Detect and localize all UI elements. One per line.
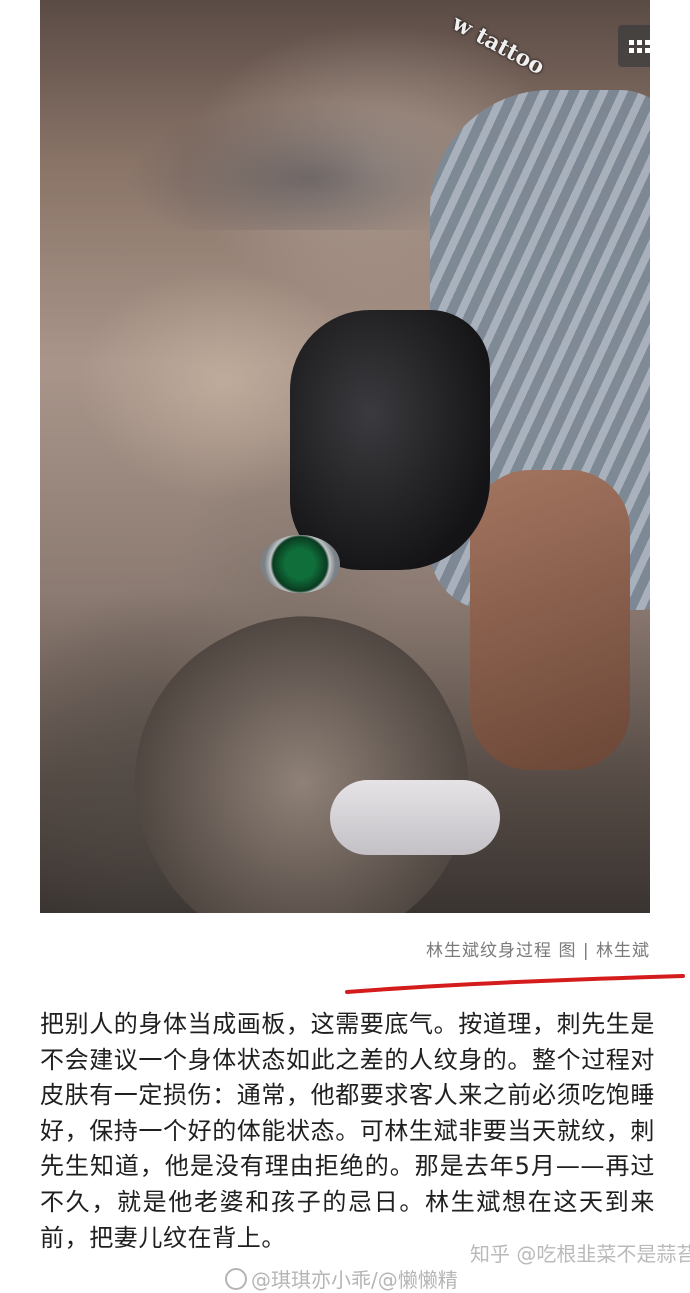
- image-caption: 林生斌纹身过程 图 | 林生斌: [426, 941, 650, 961]
- photo-watch: [260, 535, 340, 593]
- weibo-watermark: @琪琪亦小乖/@懒懒精: [225, 1264, 458, 1293]
- weibo-watermark-text: @琪琪亦小乖/@懒懒精: [251, 1268, 458, 1292]
- weibo-icon: [225, 1268, 247, 1290]
- gallery-button[interactable]: [618, 25, 650, 67]
- photo-artist-face: [470, 470, 630, 770]
- photo-overlay-text: w tattoo: [447, 10, 549, 81]
- red-underline-annotation: [345, 974, 685, 994]
- photo-gloved-hand: [290, 310, 490, 570]
- photo-pillow: [330, 780, 500, 855]
- article-paragraph: 把别人的身体当成画板，这需要底气。按道理，刺先生是不会建议一个身体状态如此之差的…: [40, 1010, 655, 1252]
- article-photo[interactable]: w tattoo: [40, 0, 650, 913]
- grid-icon: [628, 39, 650, 53]
- photo-tattooed-arm: [78, 560, 525, 913]
- zhihu-watermark: 知乎 @吃根韭菜不是蒜苔: [470, 1242, 690, 1266]
